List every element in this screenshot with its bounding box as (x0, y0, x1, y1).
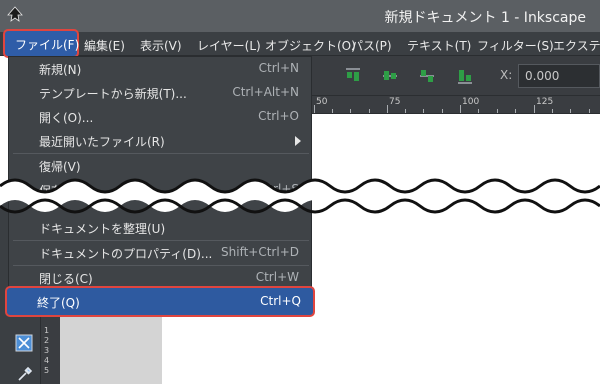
menu-file[interactable]: ファイル(F) (3, 29, 79, 58)
menu-item-open-recent[interactable]: 最近開いたファイル(R) (9, 129, 311, 153)
window-title: 新規ドキュメント 1 - Inkscape (384, 10, 587, 26)
menu-path[interactable]: パス(P) (351, 37, 392, 54)
ruler-tick-label: 50 (316, 97, 328, 107)
align-bottom-icon[interactable] (458, 68, 472, 84)
menu-extensions[interactable]: エクステンシ (553, 37, 600, 54)
toolbox (8, 316, 40, 384)
menu-view[interactable]: 表示(V) (140, 37, 182, 54)
title-bar: 新規ドキュメント 1 - Inkscape (0, 0, 600, 32)
ruler-tick-label: 125 (536, 97, 554, 107)
canvas-outside-page[interactable] (60, 316, 162, 384)
tool-controls-bar: X: (312, 56, 600, 96)
inkscape-logo-icon (7, 6, 23, 22)
ruler-tick-label: 100 (462, 97, 480, 107)
menu-item-document-properties[interactable]: ドキュメントのプロパティ(D)... Shift+Ctrl+D (9, 241, 311, 265)
menu-item-new[interactable]: 新規(N) Ctrl+N (9, 57, 311, 81)
x-coordinate-input[interactable] (518, 64, 600, 88)
x-coordinate-label: X: (500, 68, 513, 82)
menu-object[interactable]: オブジェクト(O) (265, 37, 356, 54)
menu-layer[interactable]: レイヤー(L) (197, 37, 261, 54)
horizontal-ruler[interactable]: 50 75 100 125 (312, 96, 600, 114)
menu-filter[interactable]: フィルター(S) (477, 37, 554, 54)
menu-item-new-from-template[interactable]: テンプレートから新規(T)... Ctrl+Alt+N (9, 81, 311, 105)
align-top-icon[interactable] (346, 68, 360, 84)
vertical-ruler[interactable]: 1 2 3 4 5 (40, 316, 60, 384)
dropper-tool-icon[interactable] (17, 366, 33, 382)
menu-file-label: ファイル(F) (15, 38, 80, 52)
menu-item-open[interactable]: 開く(O)... Ctrl+O (9, 105, 311, 129)
menu-item-quit[interactable]: 終了(Q) Ctrl+Q (5, 286, 315, 317)
canvas-page[interactable] (162, 316, 600, 384)
align-middle-icon[interactable] (420, 68, 434, 84)
menu-bar: 編集(E) 表示(V) レイヤー(L) オブジェクト(O) パス(P) テキスト… (0, 32, 600, 56)
screenshot-break-wave (0, 178, 600, 214)
submenu-arrow-icon (295, 136, 301, 146)
menu-item-quit-shortcut: Ctrl+Q (260, 294, 301, 308)
spiral-tool-icon[interactable] (15, 334, 33, 352)
menu-text[interactable]: テキスト(T) (407, 37, 471, 54)
align-center-icon[interactable] (383, 68, 397, 84)
ruler-tick-label: 75 (389, 97, 401, 107)
menu-edit[interactable]: 編集(E) (84, 37, 125, 54)
menu-item-quit-label: 終了(Q) (37, 296, 80, 310)
